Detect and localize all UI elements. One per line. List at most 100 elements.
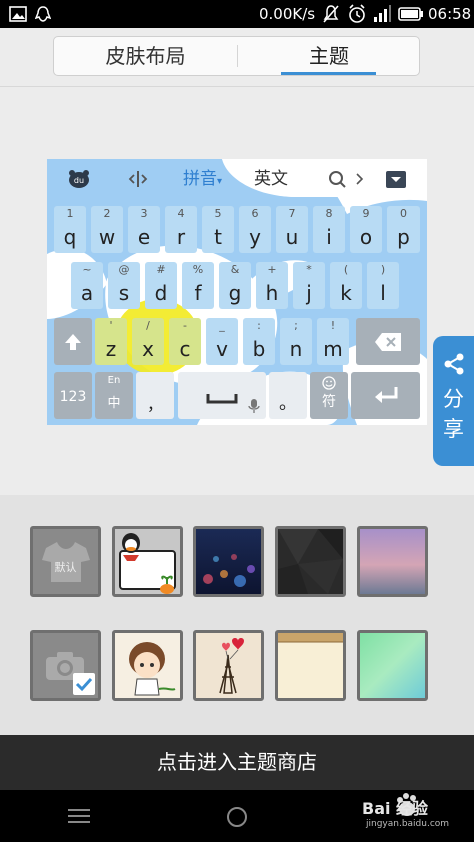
space-key[interactable] [178, 372, 266, 419]
key-char: c [179, 337, 191, 361]
key-hint: 2 [103, 207, 111, 220]
period-key[interactable]: 。 [269, 372, 307, 419]
key-h[interactable]: + h [256, 262, 288, 309]
theme-dark-geometric[interactable] [275, 526, 346, 597]
key-hint: # [156, 263, 166, 276]
toolbar-chevron-right-icon[interactable] [353, 159, 367, 199]
language-switch-key[interactable]: En 中 [95, 372, 133, 419]
key-u[interactable]: 7u [276, 206, 308, 253]
symbol-key-label: 符 [322, 394, 336, 410]
search-icon[interactable] [327, 159, 349, 199]
key-hint: % [192, 263, 204, 276]
key-p[interactable]: 0p [387, 206, 420, 253]
number-key-label: 123 [59, 389, 87, 405]
tab-skin-layout[interactable]: 皮肤布局 [54, 37, 237, 75]
header-divider [0, 86, 474, 87]
key-z[interactable]: ' z [95, 318, 127, 365]
key-char: y [249, 225, 261, 249]
backspace-key[interactable] [356, 318, 420, 365]
key-hint: 7 [288, 207, 296, 220]
key-w[interactable]: 2w [91, 206, 123, 253]
key-hint: @ [118, 263, 130, 276]
cursor-move-icon[interactable] [127, 159, 149, 199]
microphone-icon [248, 399, 260, 413]
key-char: b [252, 337, 266, 361]
key-char: j [306, 281, 312, 305]
key-g[interactable]: & g [219, 262, 251, 309]
key-char: k [340, 281, 352, 305]
theme-custom-photo[interactable] [30, 630, 101, 701]
symbol-key[interactable]: 符 [310, 372, 348, 419]
key-n[interactable]: ; n [280, 318, 312, 365]
shift-arrow-icon [65, 334, 81, 350]
theme-store-button[interactable]: 点击进入主题商店 [0, 735, 474, 790]
theme-green-gradient[interactable] [357, 630, 428, 701]
pinyin-mode[interactable]: 拼音▾ [183, 159, 222, 199]
du-logo-icon[interactable]: du [67, 159, 91, 199]
key-c[interactable]: -c [169, 318, 201, 365]
hide-keyboard-icon[interactable] [385, 159, 407, 199]
pastel-gradient-theme-image [360, 529, 425, 594]
key-j[interactable]: * j [293, 262, 325, 309]
key-o[interactable]: 9o [350, 206, 382, 253]
key-v[interactable]: _ v [206, 318, 238, 365]
key-s[interactable]: @ s [108, 262, 140, 309]
key-char: w [98, 225, 116, 249]
share-button[interactable]: 分享 [433, 336, 474, 466]
bokeh-theme-image [196, 529, 261, 594]
menu-icon[interactable] [68, 807, 90, 825]
theme-notepad[interactable] [275, 630, 346, 701]
key-x[interactable]: / x [132, 318, 164, 365]
key-char: i [326, 225, 332, 249]
home-icon[interactable] [226, 806, 248, 828]
theme-default[interactable]: 默认 [30, 526, 101, 597]
comma-key[interactable]: ， [136, 372, 174, 419]
key-char: f [194, 281, 202, 305]
key-t[interactable]: 5t [202, 206, 234, 253]
key-char: m [323, 337, 343, 361]
tab-theme[interactable]: 主题 [238, 37, 420, 75]
signal-icon [372, 0, 392, 28]
key-char: e [137, 225, 151, 249]
baidu-watermark: Bai 经验 jingyan.baidu.com [362, 793, 472, 829]
key-y[interactable]: 6y [239, 206, 271, 253]
key-r[interactable]: 4r [165, 206, 197, 253]
qq-notification-icon [34, 0, 52, 28]
key-m[interactable]: ! m [317, 318, 349, 365]
english-mode[interactable]: 英文 [254, 159, 288, 199]
key-char: v [216, 337, 228, 361]
key-d[interactable]: # d [145, 262, 177, 309]
theme-penguin[interactable] [112, 526, 183, 597]
key-a[interactable]: ~ a [71, 262, 103, 309]
key-char: p [397, 225, 410, 249]
shift-key[interactable] [54, 318, 92, 365]
notepad-theme-image [278, 633, 343, 698]
key-f[interactable]: % f [182, 262, 214, 309]
key-hint: + [267, 263, 277, 276]
key-hint: 0 [400, 207, 407, 220]
enter-key[interactable] [351, 372, 420, 419]
key-hint: 9 [362, 207, 370, 220]
key-hint: 8 [325, 207, 333, 220]
backspace-icon [375, 333, 401, 351]
theme-bokeh-blue[interactable] [193, 526, 264, 597]
key-b[interactable]: :b [243, 318, 275, 365]
enter-arrow-icon [375, 387, 398, 403]
theme-pastel-gradient[interactable] [357, 526, 428, 597]
clock: 06:58 [428, 5, 472, 23]
key-k[interactable]: (k [330, 262, 362, 309]
status-bar: 0.00K/s 06:58 [0, 0, 474, 28]
comma-key-label: ， [146, 395, 163, 414]
key-l[interactable]: ) l [367, 262, 399, 309]
key-e[interactable]: 3e [128, 206, 160, 253]
key-char: t [214, 225, 222, 249]
theme-eiffel-tower[interactable] [193, 630, 264, 701]
number-key[interactable]: 123 [54, 372, 92, 419]
mute-icon [322, 0, 340, 28]
key-char: z [105, 337, 117, 361]
key-q[interactable]: 1q [54, 206, 86, 253]
key-char: x [142, 337, 154, 361]
theme-cartoon-boy[interactable] [112, 630, 183, 701]
period-key-label: 。 [279, 393, 297, 414]
key-i[interactable]: 8i [313, 206, 345, 253]
